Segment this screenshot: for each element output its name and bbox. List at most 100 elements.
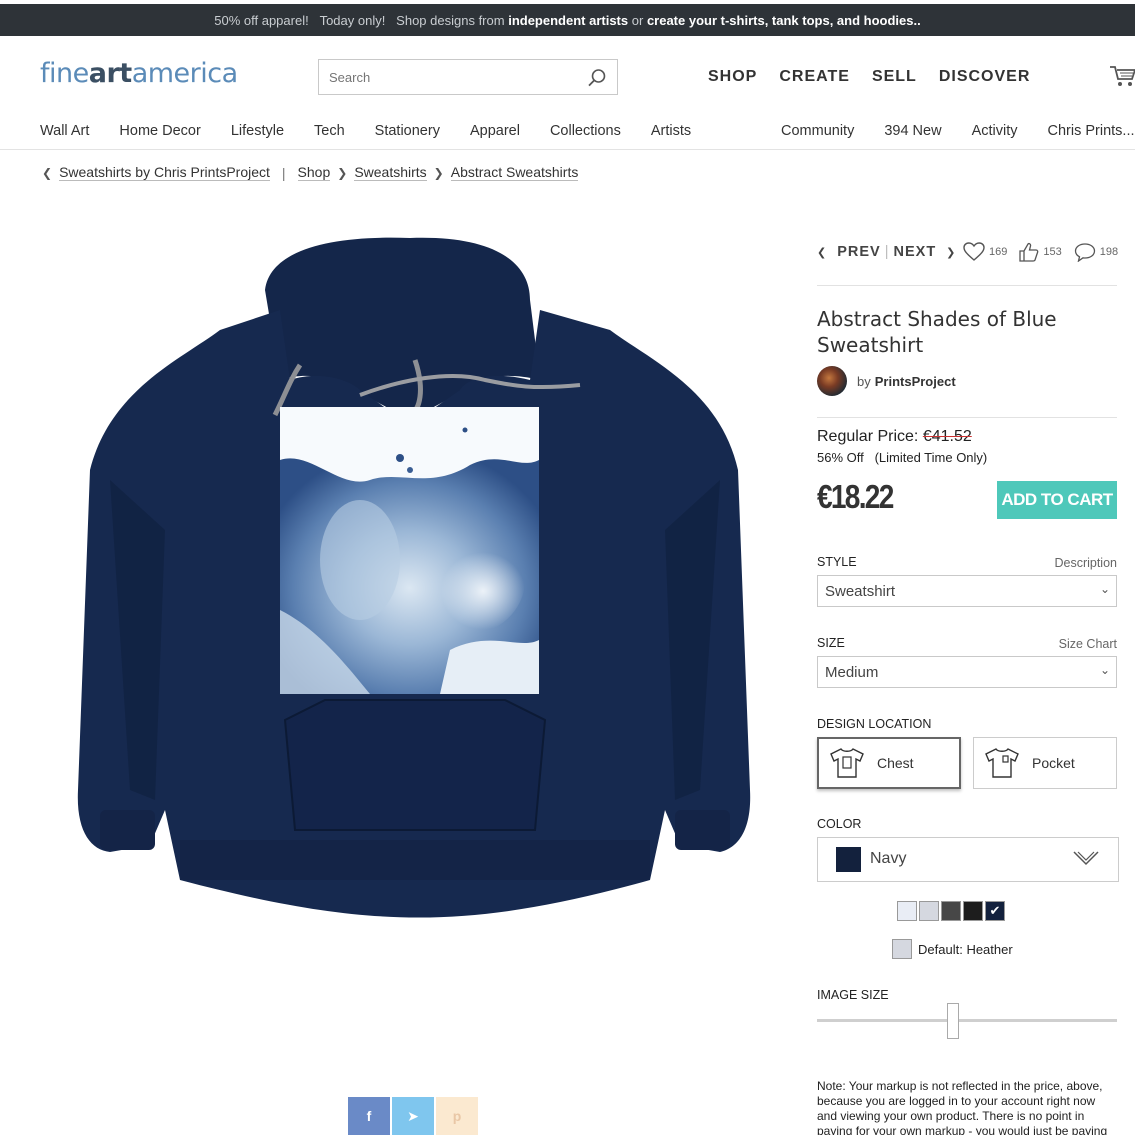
comments-count: 198 — [1099, 246, 1119, 258]
selected-color-swatch — [836, 847, 861, 872]
color-swatch-selected[interactable]: ✔ — [985, 901, 1005, 921]
breadcrumb-divider: | — [281, 164, 286, 181]
next-button[interactable]: NEXT — [894, 244, 937, 260]
chevron-down-icon — [1073, 851, 1099, 866]
design-location-label: DESIGN LOCATION — [817, 717, 932, 731]
chevron-left-icon: ❮ — [42, 165, 53, 180]
image-size-slider[interactable] — [817, 1019, 1117, 1022]
default-label: Default: — [918, 941, 963, 957]
comment-icon[interactable] — [1074, 242, 1096, 262]
by-label: by — [857, 373, 871, 389]
markup-note: Note: Your markup is not reflected in th… — [817, 1079, 1108, 1135]
artist-name[interactable]: PrintsProject — [875, 374, 956, 389]
location-pocket-button[interactable]: Pocket — [973, 737, 1117, 789]
subnav-new[interactable]: 394 New — [884, 123, 941, 139]
tshirt-chest-icon — [830, 748, 864, 778]
image-size-label: IMAGE SIZE — [817, 988, 889, 1002]
color-swatch[interactable] — [919, 901, 939, 921]
logo-part-america: america — [131, 58, 238, 89]
subnav-community[interactable]: Community — [781, 123, 854, 139]
twitter-icon[interactable]: ➤ — [392, 1097, 434, 1135]
breadcrumb: ❮ Sweatshirts by Chris PrintsProject | S… — [42, 164, 579, 181]
subnav-wall-art[interactable]: Wall Art — [40, 123, 89, 139]
breadcrumb-subcategory[interactable]: Abstract Sweatshirts — [450, 164, 579, 181]
location-chest-button[interactable]: Chest — [817, 737, 961, 789]
subnav-artists[interactable]: Artists — [651, 123, 691, 139]
breadcrumb-back[interactable]: Sweatshirts by Chris PrintsProject — [59, 164, 270, 181]
color-swatch[interactable] — [941, 901, 961, 921]
thumbs-up-icon[interactable] — [1019, 242, 1039, 262]
promo-link-artists[interactable]: independent artists — [508, 13, 628, 28]
breadcrumb-shop[interactable]: Shop — [297, 164, 331, 181]
subnav-tech[interactable]: Tech — [314, 123, 345, 139]
add-to-cart-button[interactable]: ADD TO CART — [997, 481, 1117, 519]
color-value: Navy — [870, 850, 907, 867]
product-navigation: ❮ PREV | NEXT ❯ 169 153 198 — [817, 240, 1119, 264]
pinterest-icon[interactable]: p — [436, 1097, 478, 1135]
chevron-right-icon: ❯ — [433, 165, 444, 180]
default-color-swatch[interactable] — [892, 939, 912, 959]
subnav-account[interactable]: Chris Prints... — [1047, 123, 1134, 139]
default-value: Heather — [966, 941, 1013, 957]
search-input[interactable] — [319, 60, 569, 94]
location-pocket-label: Pocket — [1032, 755, 1075, 771]
header-divider — [0, 149, 1135, 150]
image-size-slider-handle[interactable] — [946, 1003, 959, 1039]
chevron-right-icon: ❯ — [337, 165, 348, 180]
search-box — [318, 59, 618, 95]
facebook-icon[interactable]: f — [348, 1097, 390, 1135]
search-icon[interactable] — [587, 68, 607, 88]
category-nav: Wall Art Home Decor Lifestyle Tech Stati… — [40, 123, 1135, 143]
prev-button[interactable]: PREV — [837, 244, 881, 260]
color-swatch[interactable] — [963, 901, 983, 921]
product-title: Abstract Shades of Blue Sweatshirt — [817, 307, 1057, 357]
promo-link-create[interactable]: create your t-shirts, tank tops, and hoo… — [647, 13, 921, 28]
logo-part-fine: fine — [40, 58, 89, 89]
checkmark-icon: ✔ — [989, 903, 1001, 918]
default-color: Default: Heather — [892, 939, 1013, 959]
breadcrumb-category[interactable]: Sweatshirts — [354, 164, 427, 181]
heart-icon[interactable] — [963, 242, 985, 262]
subnav-apparel[interactable]: Apparel — [470, 123, 520, 139]
size-chart-link[interactable]: Size Chart — [1059, 637, 1117, 651]
description-link[interactable]: Description — [1054, 556, 1117, 570]
avatar[interactable] — [817, 366, 847, 396]
chevron-down-icon: ⌄ — [1099, 663, 1110, 677]
size-value: Medium — [825, 664, 879, 681]
promo-text-1: 50% off apparel! — [214, 12, 309, 28]
size-label: SIZE — [817, 636, 845, 650]
share-buttons: f ➤ p — [348, 1097, 480, 1135]
subnav-activity[interactable]: Activity — [972, 123, 1018, 139]
site-logo[interactable]: fineartamerica — [40, 58, 238, 89]
chevron-right-icon: ❯ — [946, 246, 957, 259]
sale-price: €18.22 — [817, 478, 894, 515]
promo-text-3: Shop designs from — [396, 12, 505, 28]
discount-text: 56% Off (Limited Time Only) — [817, 450, 988, 465]
regular-price-label: Regular Price: — [817, 428, 919, 445]
subnav-home-decor[interactable]: Home Decor — [119, 123, 200, 139]
nav-discover[interactable]: DISCOVER — [939, 68, 1031, 86]
color-label: COLOR — [817, 817, 862, 831]
subnav-stationery[interactable]: Stationery — [375, 123, 440, 139]
style-select[interactable]: Sweatshirt ⌄ — [817, 575, 1117, 607]
chevron-down-icon: ⌄ — [1099, 582, 1110, 596]
location-chest-label: Chest — [877, 755, 914, 771]
nav-divider: | — [884, 244, 890, 260]
subnav-lifestyle[interactable]: Lifestyle — [231, 123, 284, 139]
promo-bar: 50% off apparel! Today only! Shop design… — [0, 0, 1135, 36]
size-select[interactable]: Medium ⌄ — [817, 656, 1117, 688]
tshirt-pocket-icon — [985, 748, 1019, 778]
cart-icon[interactable] — [1110, 64, 1135, 88]
logo-part-art: art — [88, 58, 132, 89]
color-swatch[interactable] — [897, 901, 917, 921]
nav-create[interactable]: CREATE — [779, 68, 850, 86]
color-select[interactable]: Navy — [817, 837, 1119, 882]
main-nav: SHOP CREATE SELL DISCOVER — [708, 68, 1030, 86]
nav-sell[interactable]: SELL — [872, 68, 917, 86]
product-image[interactable] — [70, 230, 760, 930]
nav-shop[interactable]: SHOP — [708, 68, 757, 86]
favorites-count: 169 — [989, 246, 1008, 258]
promo-text-or: or — [631, 12, 644, 28]
subnav-collections[interactable]: Collections — [550, 123, 621, 139]
chevron-left-icon: ❮ — [817, 246, 828, 259]
